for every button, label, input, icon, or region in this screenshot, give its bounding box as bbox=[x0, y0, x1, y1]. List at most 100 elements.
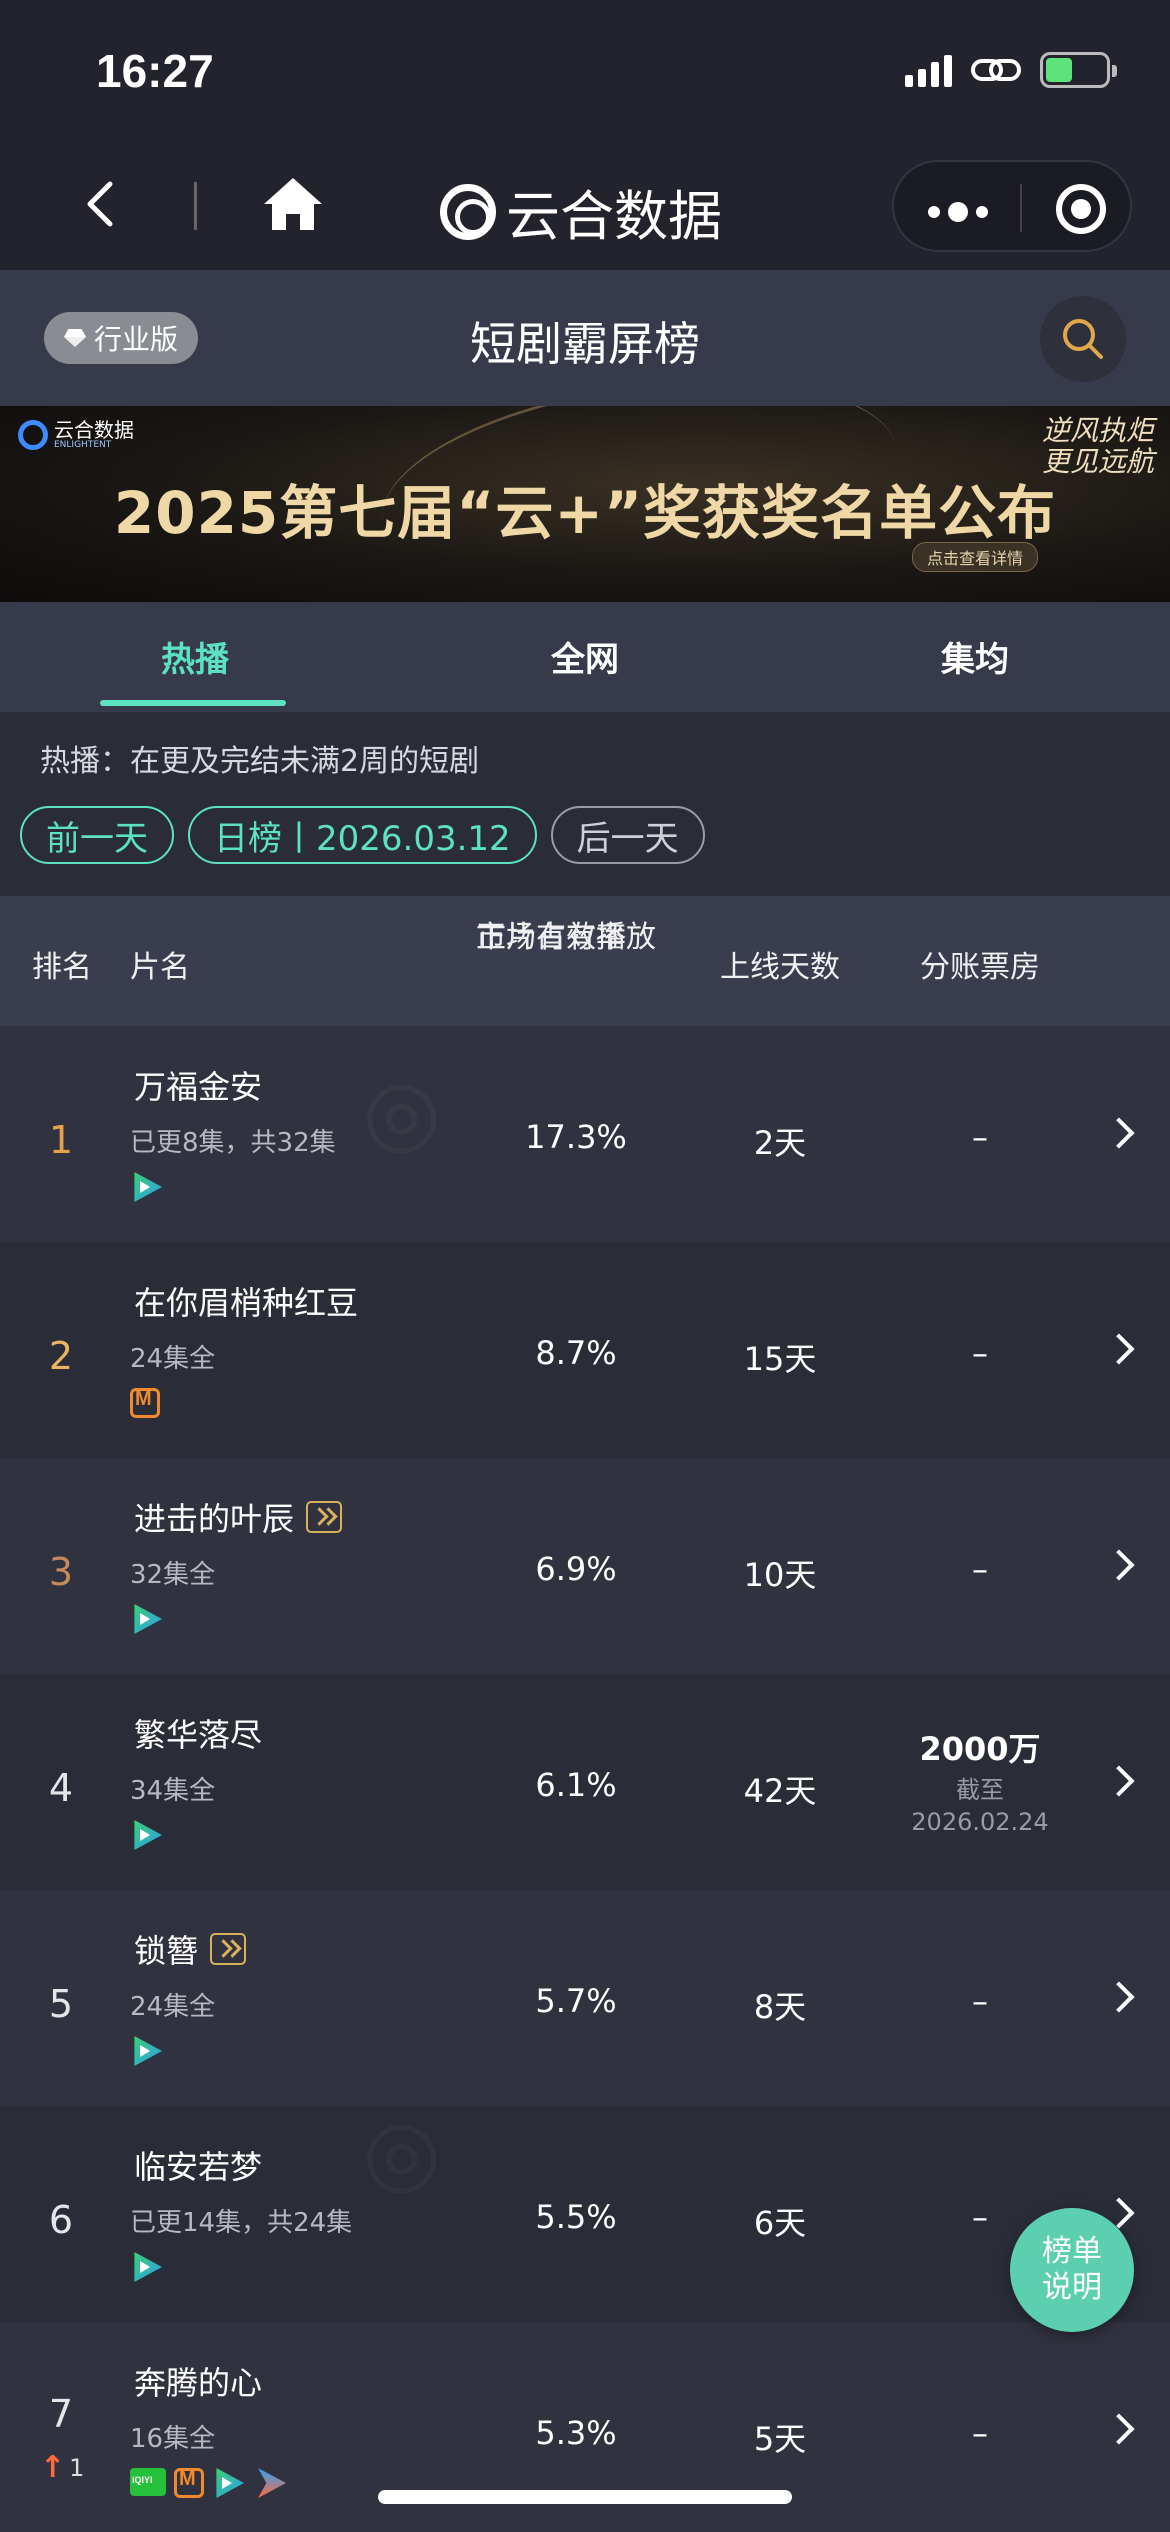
chevron-right-icon[interactable] bbox=[1103, 1117, 1135, 1149]
drama-title: 繁华落尽 bbox=[134, 1710, 262, 1756]
table-row[interactable]: 6 临安若梦 已更14集，共24集 5.5% 6天 – bbox=[0, 2106, 1170, 2322]
ranking-explanation-button[interactable]: 榜单 说明 bbox=[1010, 2208, 1134, 2332]
platform-list bbox=[130, 2468, 288, 2498]
back-icon[interactable] bbox=[78, 180, 126, 228]
table-row[interactable]: 3 进击的叶辰 32集全 6.9% 10天 – bbox=[0, 1458, 1170, 1674]
signal-icon bbox=[905, 53, 952, 87]
table-row[interactable]: 2 在你眉梢种红豆 24集全 8.7% 15天 – bbox=[0, 1242, 1170, 1458]
chevron-right-icon[interactable] bbox=[1103, 1765, 1135, 1797]
table-row[interactable]: 4 繁华落尽 34集全 6.1% 42天 2000万 截至 2026.02.24 bbox=[0, 1674, 1170, 1890]
drama-title-text: 锁簪 bbox=[134, 1932, 199, 1970]
tab-all-network[interactable]: 全网 bbox=[390, 602, 780, 712]
close-target-icon[interactable] bbox=[1056, 184, 1106, 234]
drama-title: 临安若梦 bbox=[134, 2142, 262, 2188]
box-office: – bbox=[972, 1982, 988, 2020]
box-office: – bbox=[972, 1118, 988, 1156]
battery-icon bbox=[1040, 52, 1117, 88]
box-office: – bbox=[972, 2414, 988, 2452]
market-share: 5.7% bbox=[535, 1982, 617, 2020]
market-share: 8.7% bbox=[535, 1334, 617, 1372]
rank-number: 7 bbox=[48, 2392, 74, 2436]
days-online: 8天 bbox=[753, 1988, 807, 2026]
mango-tv-icon bbox=[174, 2468, 204, 2498]
episode-status: 32集全 bbox=[130, 1560, 216, 1590]
box-office: 2000万 bbox=[919, 1730, 1041, 1768]
ranking-list: 1 万福金安 已更8集，共32集 17.3% 2天 – 2 在你眉梢种红豆 24… bbox=[0, 1026, 1170, 2532]
tencent-video-icon bbox=[130, 1820, 164, 1850]
drama-title-text: 万福金安 bbox=[134, 1068, 263, 1106]
next-day-button[interactable]: 后一天 bbox=[550, 806, 705, 864]
banner-logo-text: 云合数据 bbox=[54, 418, 134, 442]
chevron-right-icon[interactable] bbox=[1103, 1549, 1135, 1581]
home-icon[interactable] bbox=[262, 176, 324, 232]
ranking-tabs: 热播 全网 集均 bbox=[0, 602, 1170, 712]
drama-title: 锁簪 bbox=[134, 1926, 247, 1972]
platform-list bbox=[130, 2036, 164, 2066]
table-row[interactable]: 5 锁簪 24集全 5.7% 8天 – bbox=[0, 1890, 1170, 2106]
arrow-up-icon: ↑ bbox=[40, 2450, 66, 2485]
column-box-office: 分账票房 bbox=[920, 950, 1040, 985]
mini-program-capsule bbox=[892, 160, 1132, 252]
chevron-right-icon[interactable] bbox=[1103, 1981, 1135, 2013]
tencent-video-icon bbox=[130, 2036, 164, 2066]
chevron-right-icon[interactable] bbox=[1103, 2413, 1135, 2445]
rank-change-value: 1 bbox=[69, 2453, 85, 2482]
platform-list bbox=[130, 2252, 164, 2282]
banner-slogan-line1: 逆风执炬 bbox=[1041, 414, 1154, 447]
days-online: 5天 bbox=[753, 2420, 807, 2458]
tencent-video-icon bbox=[130, 1604, 164, 1634]
date-picker-button[interactable]: 日榜丨2026.03.12 bbox=[188, 806, 537, 864]
drama-title-text: 在你眉梢种红豆 bbox=[134, 1284, 359, 1322]
page-title: 短剧霸屏榜 bbox=[470, 317, 700, 371]
ranking-description: 热播：在更及完结未满2周的短剧 bbox=[40, 744, 480, 779]
episode-status: 已更8集，共32集 bbox=[130, 1128, 336, 1158]
tencent-video-icon bbox=[130, 1172, 164, 1202]
search-button[interactable] bbox=[1040, 296, 1126, 382]
tencent-video-icon bbox=[130, 2252, 164, 2282]
status-time: 16:27 bbox=[96, 45, 214, 97]
drama-title: 进击的叶辰 bbox=[134, 1494, 343, 1540]
box-office-note: 截至 2026.02.24 bbox=[880, 1774, 1080, 1838]
days-online: 10天 bbox=[743, 1556, 817, 1594]
nav-bar: 云合数据 bbox=[0, 140, 1170, 270]
home-indicator bbox=[378, 2490, 792, 2504]
brand-logo-icon bbox=[440, 183, 496, 240]
box-office: – bbox=[972, 1550, 988, 1588]
rank-number: 4 bbox=[48, 1766, 74, 1810]
column-share-line2: 市场占有率 bbox=[476, 920, 626, 955]
tab-hot[interactable]: 热播 bbox=[0, 602, 390, 712]
drama-title-text: 临安若梦 bbox=[134, 2148, 263, 2186]
exclusive-badge-icon bbox=[210, 1933, 247, 1965]
rank-number: 6 bbox=[48, 2198, 74, 2242]
status-icons bbox=[905, 52, 1117, 88]
banner-logo-icon bbox=[18, 420, 48, 450]
banner-slogan-line2: 更见远航 bbox=[1041, 444, 1154, 478]
column-days: 上线天数 bbox=[720, 950, 840, 985]
promo-banner[interactable]: 云合数据 ENLIGHTENT 2025第七届“云+”奖获奖名单公布 逆风执炬 … bbox=[0, 406, 1170, 602]
banner-cta[interactable]: 点击查看详情 bbox=[912, 542, 1039, 572]
rank-number: 5 bbox=[48, 1982, 74, 2026]
prev-day-button[interactable]: 前一天 bbox=[20, 806, 174, 864]
rank-number: 1 bbox=[48, 1118, 74, 1162]
page-header: 行业版 短剧霸屏榜 bbox=[0, 270, 1170, 406]
banner-slogan: 逆风执炬 更见远航 bbox=[1041, 414, 1154, 478]
drama-title-text: 奔腾的心 bbox=[134, 2364, 263, 2402]
brand-name: 云合数据 bbox=[506, 185, 722, 248]
days-online: 42天 bbox=[743, 1772, 817, 1810]
iqiyi-icon bbox=[130, 2468, 166, 2496]
episode-status: 24集全 bbox=[130, 1992, 216, 2022]
episode-status: 34集全 bbox=[130, 1776, 216, 1806]
chevron-right-icon[interactable] bbox=[1103, 1333, 1135, 1365]
exclusive-badge-icon bbox=[306, 1501, 343, 1533]
drama-title: 万福金安 bbox=[134, 1062, 262, 1108]
market-share: 6.1% bbox=[535, 1766, 617, 1804]
more-icon[interactable] bbox=[928, 202, 988, 222]
banner-headline: 2025第七届“云+”奖获奖名单公布 bbox=[113, 479, 1057, 547]
table-row[interactable]: 1 万福金安 已更8集，共32集 17.3% 2天 – bbox=[0, 1026, 1170, 1242]
fab-line2: 说明 bbox=[1042, 2270, 1102, 2305]
nav-divider bbox=[194, 182, 197, 230]
box-office-note-label: 截至 bbox=[956, 1776, 1004, 1804]
platform-list bbox=[130, 1604, 164, 1634]
tab-per-episode[interactable]: 集均 bbox=[780, 602, 1170, 712]
tencent-video-icon bbox=[212, 2468, 246, 2498]
